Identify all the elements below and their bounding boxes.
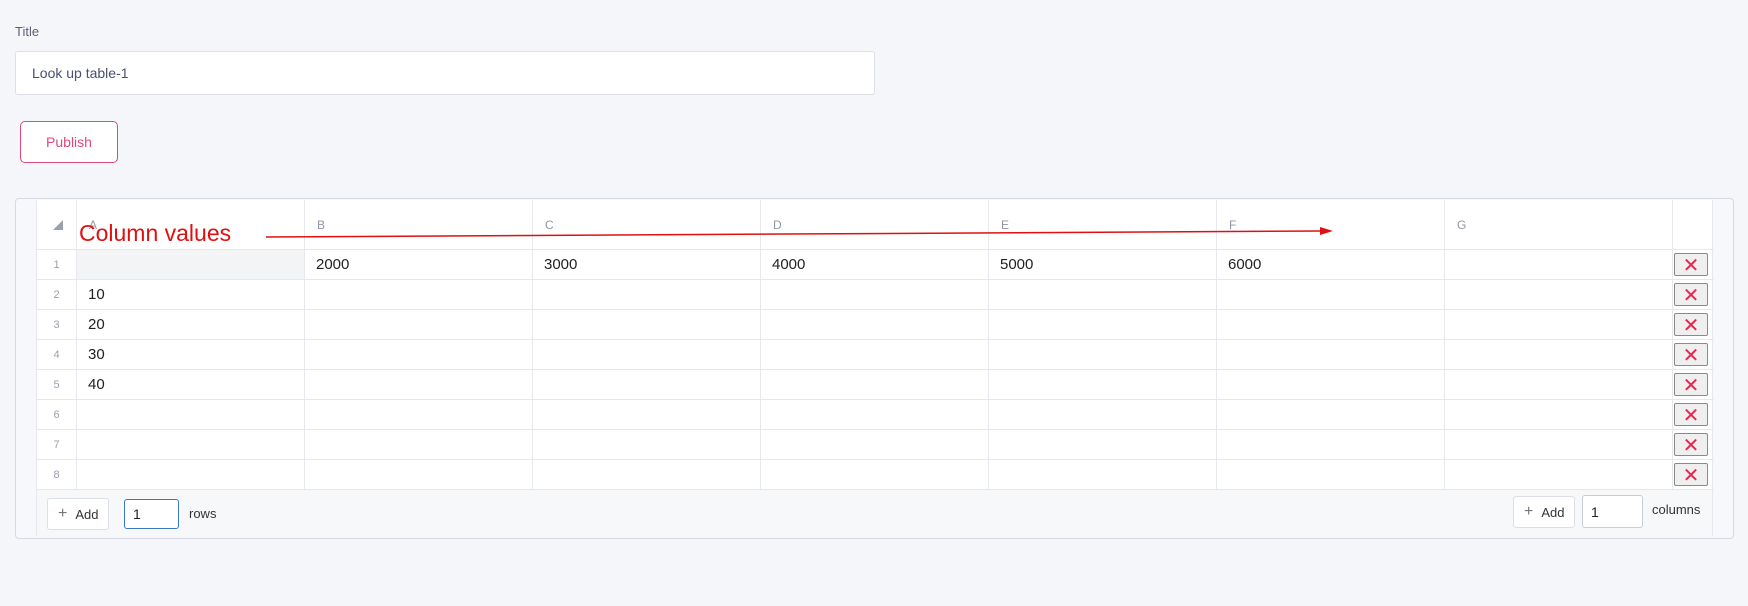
row-number[interactable]: 1 <box>37 250 77 280</box>
table-cell[interactable] <box>989 310 1217 340</box>
delete-row-button[interactable]: ✕ <box>1674 373 1708 396</box>
table-cell[interactable]: 40 <box>77 370 305 400</box>
table-cell[interactable] <box>77 400 305 430</box>
delete-row-button[interactable]: ✕ <box>1674 313 1708 336</box>
table-cell[interactable] <box>761 430 989 460</box>
row-number[interactable]: 6 <box>37 400 77 430</box>
table-cell[interactable] <box>1217 310 1445 340</box>
table-footer: + Add rows + Add columns <box>36 490 1713 536</box>
column-header-d[interactable]: D <box>761 200 989 250</box>
table-cell[interactable] <box>1217 280 1445 310</box>
row-number[interactable]: 5 <box>37 370 77 400</box>
publish-button[interactable]: Publish <box>20 121 118 163</box>
delete-row-button[interactable]: ✕ <box>1674 463 1708 486</box>
table-cell[interactable] <box>1217 370 1445 400</box>
add-rows-button[interactable]: + Add <box>47 498 110 530</box>
rows-count-input[interactable] <box>124 499 179 529</box>
column-header-g[interactable]: G <box>1445 200 1673 250</box>
column-header-f[interactable]: F <box>1217 200 1445 250</box>
table-cell[interactable]: 2000 <box>305 250 533 280</box>
table-cell[interactable] <box>989 400 1217 430</box>
row-number[interactable]: 4 <box>37 340 77 370</box>
table-cell[interactable] <box>989 370 1217 400</box>
table-cell[interactable] <box>77 250 305 280</box>
column-header-b[interactable]: B <box>305 200 533 250</box>
columns-label: columns <box>1652 502 1701 517</box>
columns-count-input[interactable] <box>1582 495 1643 528</box>
table-cell[interactable]: 20 <box>77 310 305 340</box>
table-cell[interactable]: 10 <box>77 280 305 310</box>
plus-icon: + <box>1524 503 1534 520</box>
table-cell[interactable] <box>1217 340 1445 370</box>
annotation-label: Column values <box>79 220 232 246</box>
delete-row-button[interactable]: ✕ <box>1674 343 1708 366</box>
table-cell[interactable] <box>533 340 761 370</box>
table-cell[interactable] <box>1445 430 1673 460</box>
table-cell[interactable] <box>533 310 761 340</box>
table-cell[interactable] <box>1445 400 1673 430</box>
rows-label: rows <box>189 506 217 521</box>
table-cell[interactable] <box>761 460 989 490</box>
table-cell[interactable] <box>1445 280 1673 310</box>
select-all-corner[interactable] <box>37 200 77 250</box>
add-rows-label: Add <box>75 506 99 522</box>
table-cell[interactable] <box>533 460 761 490</box>
table-cell[interactable] <box>1217 460 1445 490</box>
delete-row-button[interactable]: ✕ <box>1674 433 1708 456</box>
table-cell[interactable] <box>305 430 533 460</box>
table-cell[interactable] <box>533 370 761 400</box>
title-input[interactable] <box>15 51 875 95</box>
corner-triangle-icon <box>53 220 63 230</box>
table-cell[interactable] <box>77 460 305 490</box>
row-number[interactable]: 2 <box>37 280 77 310</box>
table-cell[interactable] <box>989 280 1217 310</box>
row-number[interactable]: 3 <box>37 310 77 340</box>
table-cell[interactable] <box>1445 310 1673 340</box>
spreadsheet-grid: A B C D E F G 1 2000 3000 4000 5000 6000 ✕ 2 10 ✕ 3 20 ✕ 4 30… <box>36 200 1714 490</box>
add-columns-label: Add <box>1541 504 1565 520</box>
table-cell[interactable] <box>1445 250 1673 280</box>
column-header-actions <box>1673 200 1714 250</box>
column-header-e[interactable]: E <box>989 200 1217 250</box>
table-cell[interactable] <box>989 430 1217 460</box>
table-cell[interactable] <box>77 430 305 460</box>
delete-row-button[interactable]: ✕ <box>1674 253 1708 276</box>
table-cell[interactable] <box>761 370 989 400</box>
table-cell[interactable] <box>533 430 761 460</box>
table-cell[interactable]: 6000 <box>1217 250 1445 280</box>
table-cell[interactable] <box>1217 430 1445 460</box>
table-cell[interactable] <box>305 460 533 490</box>
table-cell[interactable] <box>305 310 533 340</box>
table-cell[interactable] <box>1445 340 1673 370</box>
table-cell[interactable]: 5000 <box>989 250 1217 280</box>
plus-icon: + <box>58 505 68 522</box>
table-cell[interactable] <box>761 340 989 370</box>
table-cell[interactable] <box>989 460 1217 490</box>
table-cell[interactable] <box>1445 370 1673 400</box>
table-cell[interactable] <box>305 370 533 400</box>
table-cell[interactable] <box>1445 460 1673 490</box>
add-columns-button[interactable]: + Add <box>1513 496 1576 528</box>
table-cell[interactable]: 3000 <box>533 250 761 280</box>
table-cell[interactable] <box>989 340 1217 370</box>
delete-row-button[interactable]: ✕ <box>1674 403 1708 426</box>
column-header-c[interactable]: C <box>533 200 761 250</box>
table-cell[interactable] <box>533 280 761 310</box>
table-cell[interactable] <box>761 280 989 310</box>
table-cell[interactable]: 30 <box>77 340 305 370</box>
table-cell[interactable] <box>1217 400 1445 430</box>
table-cell[interactable] <box>305 400 533 430</box>
table-cell[interactable] <box>761 310 989 340</box>
row-number[interactable]: 7 <box>37 430 77 460</box>
table-cell[interactable] <box>533 400 761 430</box>
table-cell[interactable]: 4000 <box>761 250 989 280</box>
table-cell[interactable] <box>761 400 989 430</box>
table-cell[interactable] <box>305 280 533 310</box>
delete-row-button[interactable]: ✕ <box>1674 283 1708 306</box>
title-label: Title <box>15 24 40 39</box>
table-cell[interactable] <box>305 340 533 370</box>
row-number[interactable]: 8 <box>37 460 77 490</box>
